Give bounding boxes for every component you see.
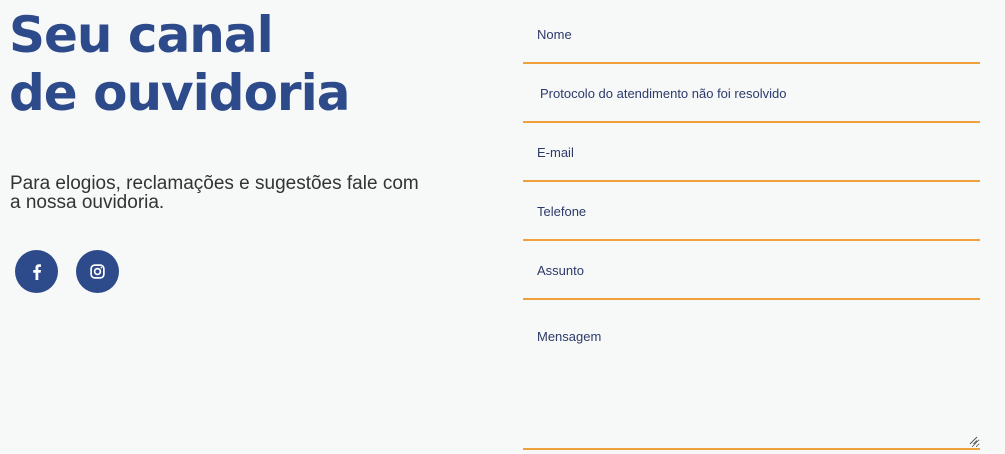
ouvidoria-form xyxy=(523,0,981,454)
title-line-2: de ouvidoria xyxy=(9,64,350,122)
social-links xyxy=(15,250,119,293)
title-line-1: Seu canal xyxy=(9,6,274,64)
mensagem-field[interactable] xyxy=(523,320,980,448)
assunto-field-wrapper xyxy=(523,242,980,300)
telefone-field-wrapper xyxy=(523,183,980,241)
nome-field[interactable] xyxy=(523,6,980,62)
assunto-field[interactable] xyxy=(523,242,980,298)
protocolo-field[interactable] xyxy=(523,65,980,121)
protocolo-field-wrapper xyxy=(523,65,980,123)
facebook-button[interactable] xyxy=(15,250,58,293)
email-field-wrapper xyxy=(523,124,980,182)
nome-field-wrapper xyxy=(523,6,980,64)
hero-section: Seu canal de ouvidoria Para elogios, rec… xyxy=(0,0,470,454)
instagram-icon xyxy=(90,264,105,279)
page-subtitle: Para elogios, reclamações e sugestões fa… xyxy=(10,173,419,213)
email-field[interactable] xyxy=(523,124,980,180)
facebook-icon xyxy=(32,263,41,280)
instagram-button[interactable] xyxy=(76,250,119,293)
page-title: Seu canal de ouvidoria xyxy=(9,6,350,122)
page: Seu canal de ouvidoria Para elogios, rec… xyxy=(0,0,1005,454)
telefone-field[interactable] xyxy=(523,183,980,239)
mensagem-field-wrapper xyxy=(523,320,980,450)
